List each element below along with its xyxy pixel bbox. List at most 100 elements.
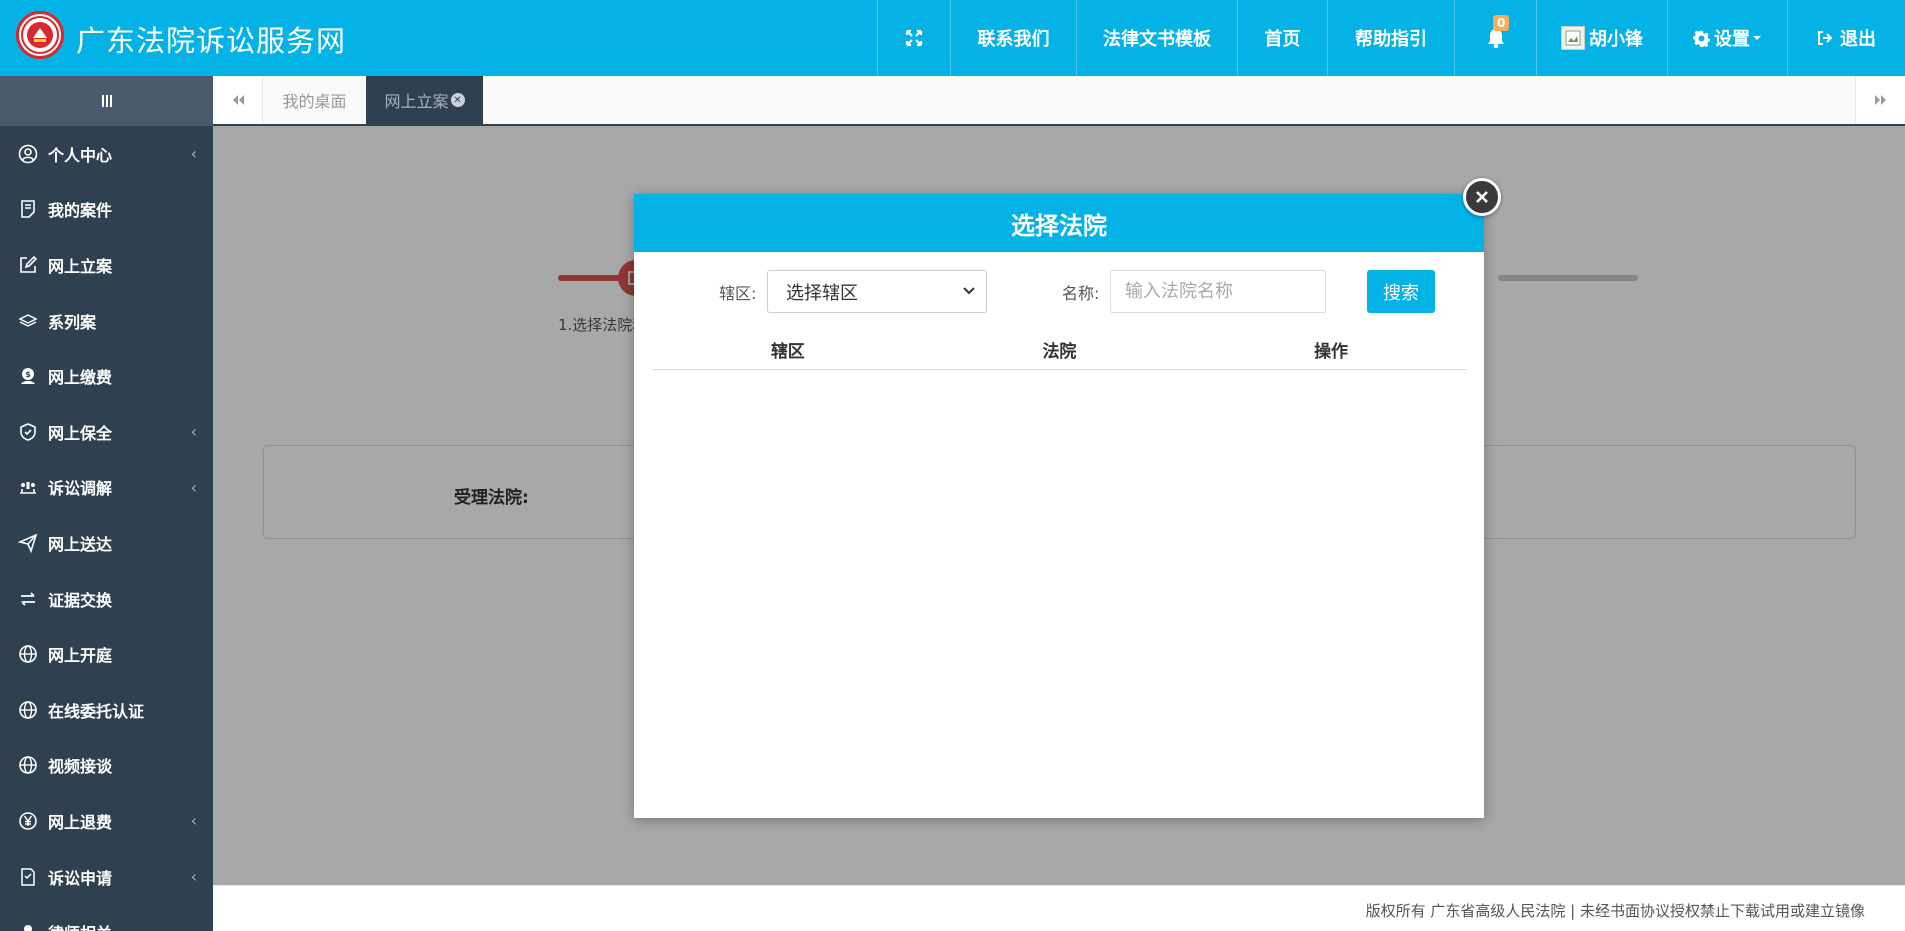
sidebar-item-label: 系列案 [48,312,97,332]
sidebar-item-mediation[interactable]: 诉讼调解 ‹ [0,460,213,516]
gear-icon [1693,30,1710,47]
sidebar-item-label: 网上保全 [48,423,113,443]
settings-label: 设置 [1714,29,1750,50]
layers-icon [18,313,38,327]
sidebar-item-label: 诉讼调解 [48,479,113,499]
sidebar: 个人中心 ‹ 我的案件 网上立案 系列案 $ 网上缴费 网上保全 ‹ 诉讼调解 … [0,76,213,931]
footer: 版权所有 广东省高级人民法院 | 未经书面协议授权禁止下载试用或建立镜像 [213,885,1905,931]
sidebar-item-online-authorization[interactable]: 在线委托认证 [0,682,213,738]
tab-scroll-right-button[interactable] [1855,76,1905,124]
court-emblem-icon [21,16,59,54]
fullscreen-icon [905,29,923,47]
tab-my-desktop[interactable]: 我的桌面 [263,76,366,124]
sidebar-item-online-filing[interactable]: 网上立案 [0,237,213,293]
chevron-left-icon: ‹ [190,811,197,831]
column-header-court[interactable]: 法院 [924,330,1196,369]
chevron-left-icon: ‹ [190,144,197,164]
tab-scroll-left-button[interactable] [213,76,263,124]
sidebar-item-lawyer[interactable]: 律师相关 [0,904,213,931]
user-menu[interactable]: 胡小锋 [1536,0,1667,76]
sidebar-item-online-delivery[interactable]: 网上送达 [0,515,213,571]
exchange-icon [21,591,35,606]
sidebar-item-label: 诉讼申请 [48,868,113,888]
sidebar-item-label: 律师相关 [48,920,112,931]
court-name-input[interactable] [1110,270,1326,313]
notifications-button[interactable]: 0 [1454,0,1536,76]
avatar [1561,26,1585,50]
sidebar-item-online-hearing[interactable]: 网上开庭 [0,626,213,682]
name-label: 名称: [1062,284,1100,303]
top-header: 广东法院诉讼服务网 联系我们 法律文书模板 首页 帮助指引 0 胡小锋 设置 退… [0,0,1905,76]
chevron-left-icon: ‹ [190,477,197,497]
sidebar-item-litigation-application[interactable]: 诉讼申请 ‹ [0,849,213,905]
application-icon [21,867,35,886]
sidebar-item-series-cases[interactable]: 系列案 [0,293,213,349]
chevron-left-icon: ‹ [190,422,197,442]
settings-menu[interactable]: 设置 [1667,0,1787,76]
lawyer-icon [24,925,32,931]
menu-bars-icon [101,95,112,107]
tab-close-icon[interactable]: ✕ [450,93,465,107]
fullscreen-button[interactable] [877,0,950,76]
site-title: 广东法院诉讼服务网 [76,24,347,58]
tab-bar: 我的桌面 网上立案 ✕ [213,76,1905,126]
send-icon [18,533,38,553]
caret-down-icon [1753,36,1761,40]
modal-close-button[interactable] [1463,178,1501,216]
sidebar-item-personal-center[interactable]: 个人中心 ‹ [0,126,213,182]
globe-icon [19,645,37,663]
modal-title: 选择法院 [634,194,1484,252]
district-selected-value: 选择辖区 [786,282,858,304]
home-link[interactable]: 首页 [1237,0,1327,76]
double-chevron-left-icon [232,95,244,105]
sidebar-item-online-payment[interactable]: $ 网上缴费 [0,348,213,404]
edit-icon [20,255,38,273]
sidebar-item-label: 证据交换 [48,590,113,610]
sign-out-icon [1818,31,1833,45]
court-emblem-logo [16,11,64,59]
search-button[interactable]: 搜索 [1367,270,1435,313]
sidebar-collapse-button[interactable] [0,76,213,126]
close-icon [1476,191,1488,203]
logout-button[interactable]: 退出 [1787,0,1905,76]
sidebar-item-video-meeting[interactable]: 视频接谈 [0,738,213,794]
globe-icon [19,756,37,775]
tab-label: 网上立案 [384,92,449,111]
sidebar-item-label: 网上立案 [48,256,113,276]
contact-us-link[interactable]: 联系我们 [950,0,1076,76]
chevron-left-icon: ‹ [190,867,197,887]
district-label: 辖区: [719,284,757,303]
sidebar-item-label: 网上开庭 [48,646,113,666]
column-header-district[interactable]: 辖区 [652,330,924,369]
svg-text:$: $ [25,370,31,379]
chevron-down-icon [963,287,975,295]
notification-badge: 0 [1493,15,1510,31]
globe-icon [19,700,37,719]
user-circle-icon [18,144,38,164]
sidebar-item-label: 我的案件 [48,201,113,221]
sidebar-item-online-preservation[interactable]: 网上保全 ‹ [0,404,213,460]
sidebar-item-my-cases[interactable]: 我的案件 [0,182,213,238]
sidebar-item-label: 网上送达 [48,534,113,554]
sidebar-item-label: 在线委托认证 [48,701,145,721]
district-select[interactable]: 选择辖区 [767,270,987,313]
mediation-icon [20,482,36,495]
document-icon [21,200,35,219]
help-guide-link[interactable]: 帮助指引 [1327,0,1454,76]
sidebar-item-label: 视频接谈 [48,757,113,777]
select-court-modal: 选择法院 辖区: 选择辖区 名称: 搜索 辖区 法院 操作 [634,194,1484,818]
sidebar-item-evidence-exchange[interactable]: 证据交换 [0,571,213,627]
double-chevron-right-icon [1874,95,1886,105]
shield-icon [20,422,36,441]
column-header-action[interactable]: 操作 [1195,330,1467,369]
sidebar-item-online-refund[interactable]: 网上退费 ‹ [0,793,213,849]
legal-templates-link[interactable]: 法律文书模板 [1076,0,1237,76]
payment-icon: $ [21,368,35,385]
top-nav: 联系我们 法律文书模板 首页 帮助指引 0 胡小锋 设置 退出 [877,0,1905,76]
sidebar-item-label: 个人中心 [48,145,113,165]
yen-icon [19,812,37,830]
broken-image-icon [1565,30,1581,46]
copyright-text: 版权所有 广东省高级人民法院 | 未经书面协议授权禁止下载试用或建立镜像 [1365,902,1865,920]
court-table-header: 辖区 法院 操作 [652,330,1467,370]
tab-online-filing[interactable]: 网上立案 ✕ [366,76,483,124]
